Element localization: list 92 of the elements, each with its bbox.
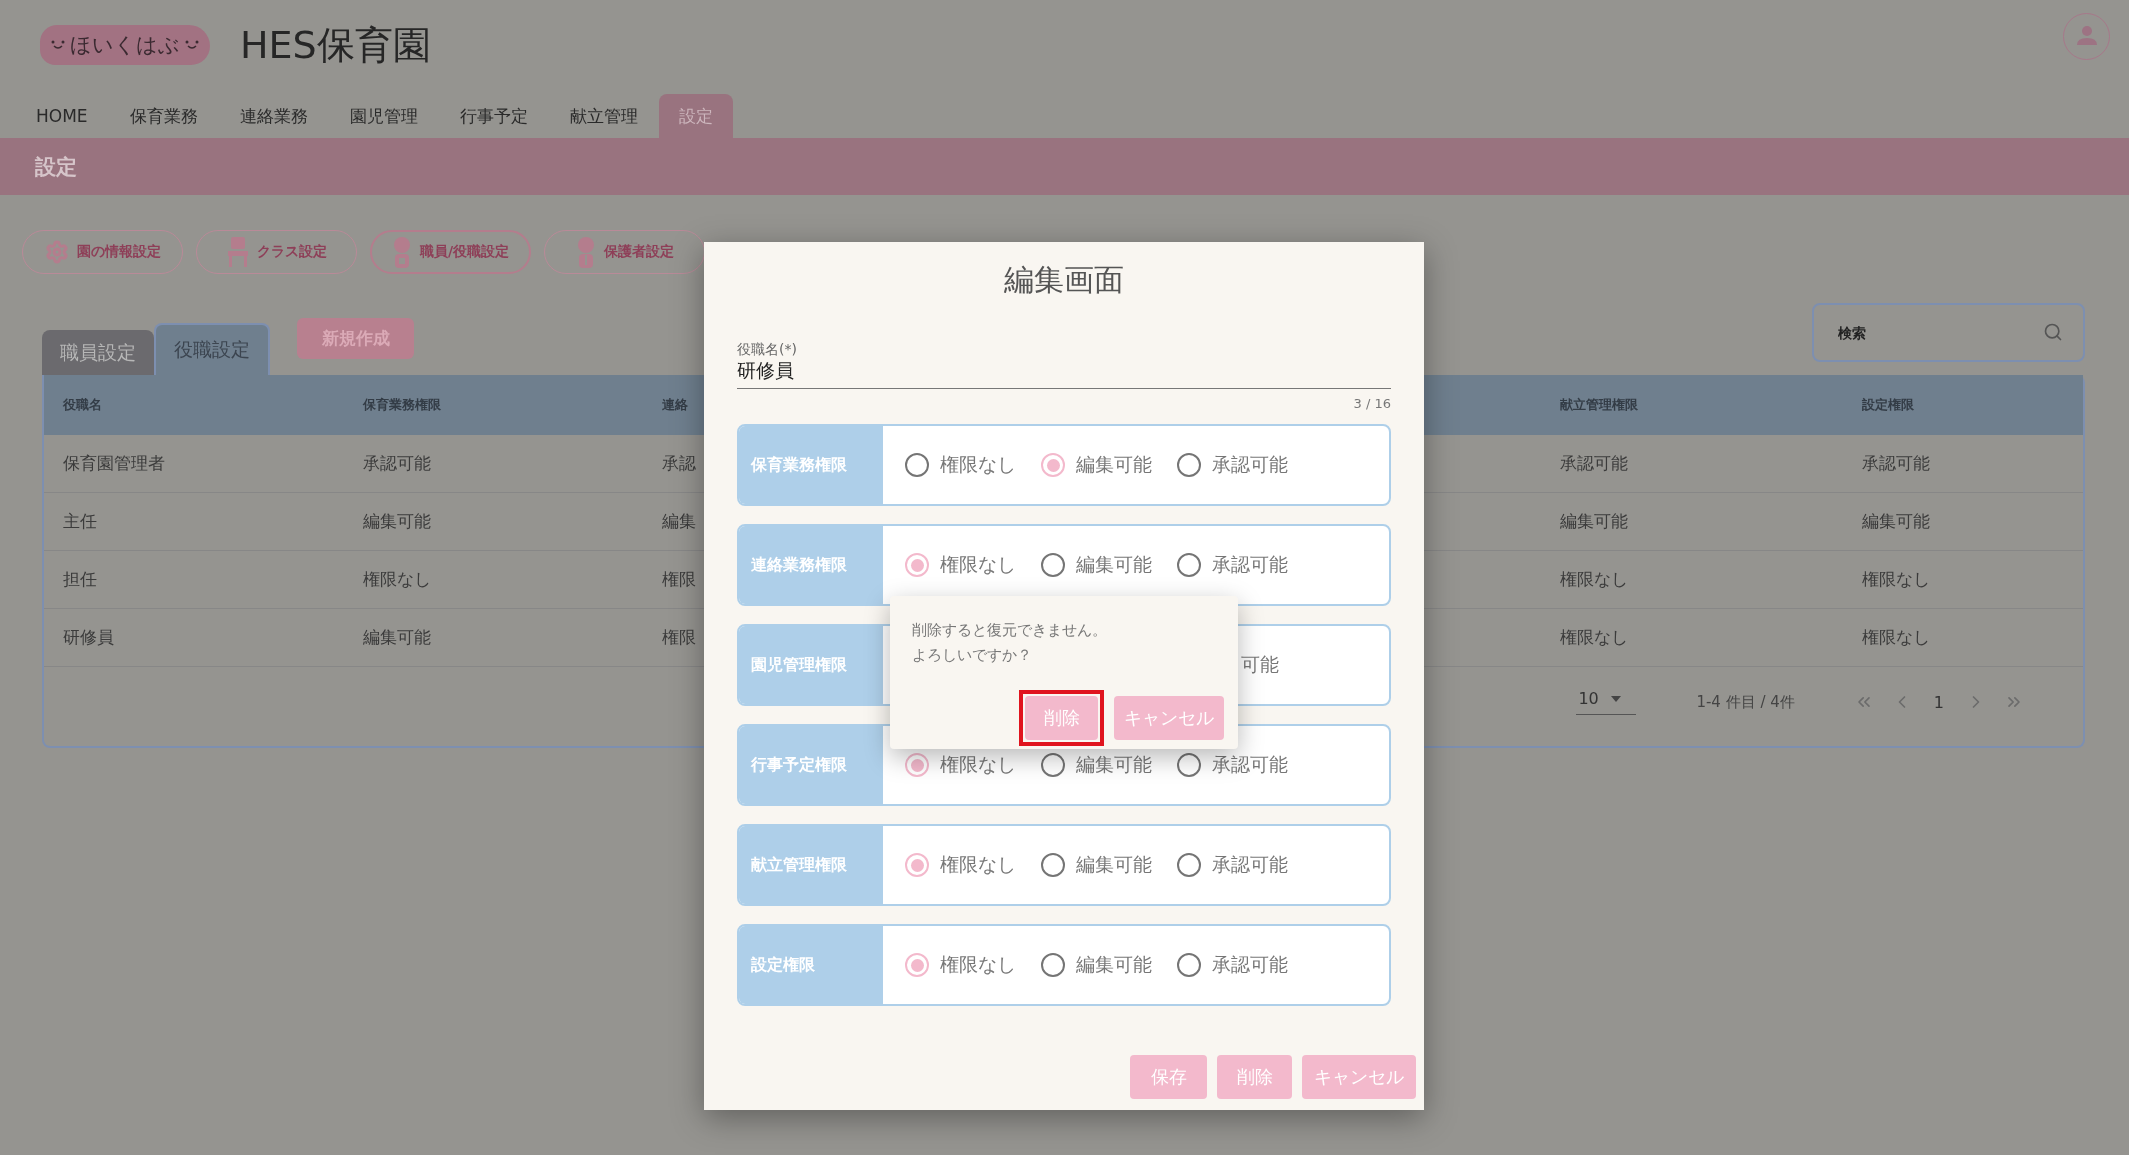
permission-label: 連絡業務権限 (739, 526, 883, 604)
radio-option[interactable]: 承認可能 (1177, 952, 1313, 978)
radio-button[interactable] (1041, 953, 1065, 977)
radio-option[interactable]: 編集可能 (1041, 752, 1177, 778)
permission-label: 園児管理権限 (739, 626, 883, 704)
nav-tab[interactable]: 連絡業務 (218, 94, 329, 138)
radio-option[interactable]: 権限なし (905, 752, 1041, 778)
tab[interactable]: 役職設定 (154, 323, 270, 375)
table-cell: 権限なし (1560, 626, 1628, 649)
nav-tab[interactable]: 献立管理 (548, 94, 659, 138)
character-counter: 3 / 16 (1352, 397, 1391, 411)
smile-icon (184, 39, 200, 51)
radio-button[interactable] (1177, 853, 1201, 877)
column-header: 献立管理権限 (1560, 396, 1638, 414)
table-cell: 編集 (662, 510, 696, 533)
per-page-select[interactable]: 10 (1576, 689, 1637, 715)
table-cell: 保育園管理者 (63, 452, 165, 475)
page-title: 設定 (35, 153, 77, 181)
radio-button[interactable] (1177, 753, 1201, 777)
radio-option[interactable]: 編集可能 (1041, 552, 1177, 578)
smile-icon (50, 39, 66, 51)
field-label: 役職名(*) (737, 340, 798, 358)
radio-option[interactable]: 権限なし (905, 452, 1041, 478)
nav-tab[interactable]: HOME (15, 94, 109, 138)
radio-option[interactable]: 権限なし (905, 952, 1041, 978)
table-cell: 承認可能 (1560, 452, 1628, 475)
radio-button[interactable] (1041, 453, 1065, 477)
radio-button[interactable] (1177, 953, 1201, 977)
table-cell: 権限なし (363, 568, 431, 591)
caret-icon (1610, 695, 1621, 702)
table-cell: 権限なし (1560, 568, 1628, 591)
radio-option[interactable]: 権限なし (905, 552, 1041, 578)
column-header: 保育業務権限 (363, 396, 441, 414)
permission-label: 保育業務権限 (739, 426, 883, 504)
page-range: 1-4 件目 / 4件 (1696, 692, 1795, 712)
radio-option[interactable]: 編集可能 (1041, 452, 1177, 478)
column-header: 役職名 (63, 396, 102, 414)
user-icon (2075, 25, 2098, 47)
radio-option[interactable]: 編集可能 (1041, 852, 1177, 878)
table-cell: 承認可能 (363, 452, 431, 475)
column-header: 連絡 (662, 396, 688, 414)
radio-button[interactable] (905, 953, 929, 977)
person-icon (391, 236, 412, 268)
nav-tab[interactable]: 園児管理 (328, 94, 439, 138)
radio-button[interactable] (905, 553, 929, 577)
radio-option[interactable]: 承認可能 (1177, 852, 1313, 878)
table-cell: 権限なし (1862, 568, 1930, 591)
permission-label: 設定権限 (739, 926, 883, 1004)
table-cell: 主任 (63, 510, 97, 533)
nav-tab[interactable]: 行事予定 (438, 94, 549, 138)
table-cell: 研修員 (63, 626, 114, 649)
role-name-field[interactable]: 研修員 (737, 358, 1391, 389)
chair-icon (226, 237, 249, 267)
table-cell: 編集可能 (1560, 510, 1628, 533)
radio-button[interactable] (1041, 853, 1065, 877)
nav-tab[interactable]: 保育業務 (108, 94, 219, 138)
search-field[interactable]: 検索 (1812, 303, 2085, 362)
logo-text: ほいくはぶ (70, 32, 180, 59)
table-cell: 担任 (63, 568, 97, 591)
page-number: 1 (1933, 692, 1944, 712)
table-cell: 権限 (662, 568, 696, 591)
permission-label: 献立管理権限 (739, 826, 883, 904)
dialog-title: 編集画面 (1003, 261, 1125, 299)
search-icon (2043, 322, 2063, 342)
confirm-message: 削除すると復元できません。 (912, 620, 1107, 641)
column-header: 設定権限 (1862, 396, 1914, 414)
radio-option[interactable]: 編集可能 (1041, 952, 1177, 978)
table-cell: 編集可能 (363, 626, 431, 649)
permission-label: 行事予定権限 (739, 726, 883, 804)
table-cell: 権限 (662, 626, 696, 649)
table-cell: 承認可能 (1862, 452, 1930, 475)
table-cell: 承認 (662, 452, 696, 475)
table-cell: 権限なし (1862, 626, 1930, 649)
radio-button[interactable] (1041, 753, 1065, 777)
confirm-message: よろしいですか？ (912, 645, 1032, 666)
gear-icon (44, 240, 69, 264)
radio-button[interactable] (1041, 553, 1065, 577)
option-label: 可能 (1241, 652, 1279, 677)
radio-option[interactable]: 承認可能 (1177, 552, 1313, 578)
radio-button[interactable] (1177, 553, 1201, 577)
radio-option[interactable]: 承認可能 (1177, 452, 1313, 478)
radio-button[interactable] (905, 753, 929, 777)
radio-option[interactable]: 承認可能 (1177, 752, 1313, 778)
person-icon (575, 236, 596, 268)
table-cell: 編集可能 (1862, 510, 1930, 533)
radio-button[interactable] (1177, 453, 1201, 477)
site-title: HES保育園 (240, 21, 431, 69)
tab[interactable]: 職員設定 (42, 330, 154, 375)
radio-button[interactable] (905, 853, 929, 877)
radio-option[interactable]: 権限なし (905, 852, 1041, 878)
radio-button[interactable] (905, 453, 929, 477)
table-cell: 編集可能 (363, 510, 431, 533)
